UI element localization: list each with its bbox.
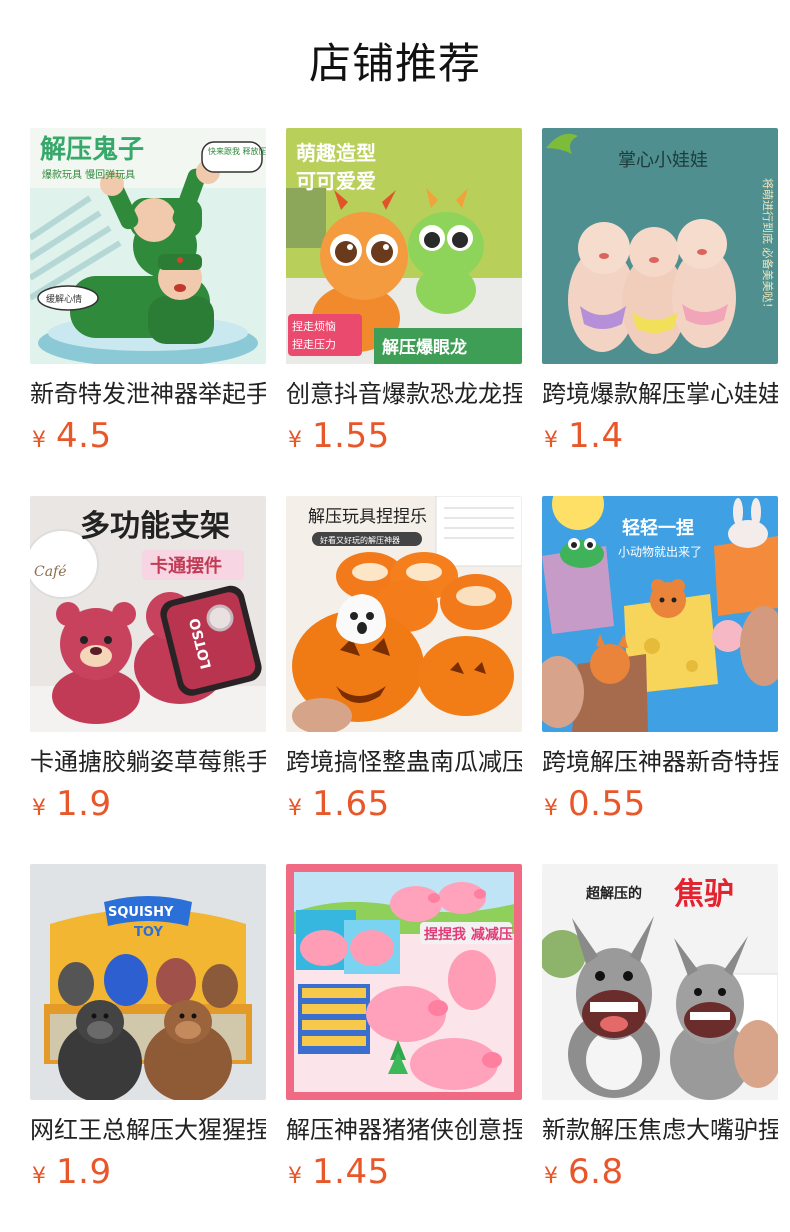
svg-text:解压玩具捏捏乐: 解压玩具捏捏乐 [308,507,427,527]
svg-text:卡通摆件: 卡通摆件 [150,555,222,577]
product-price: ¥ 1.4 [542,416,778,460]
price-value: 1.45 [312,1152,390,1192]
svg-text:好看又好玩的解压神器: 好看又好玩的解压神器 [320,535,400,545]
price-value: 0.55 [568,784,646,824]
currency-symbol: ¥ [288,428,302,453]
svg-text:超解压的: 超解压的 [585,885,642,902]
product-name[interactable]: 跨境搞怪整蛊南瓜减压玩具 [286,746,522,778]
price-value: 1.65 [312,784,390,824]
price-value: 1.9 [56,1152,112,1192]
price-value: 6.8 [568,1152,624,1192]
product-image[interactable]: 捏走烦恼 捏走压力 解压爆眼龙 萌趣造型 可可爱爱 [286,128,522,364]
cheese-animal-squeeze-image: 轻轻一捏 小动物就出来了 [542,496,778,732]
product-image[interactable]: 掌心小娃娃 将萌进行到底 必备美美哒！ [542,128,778,364]
product-image[interactable]: 轻轻一捏 小动物就出来了 [542,496,778,732]
currency-symbol: ¥ [32,1164,46,1189]
product-card[interactable]: 掌心小娃娃 将萌进行到底 必备美美哒！ 跨境爆款解压掌心娃娃 ¥ 1.4 [542,128,778,496]
product-name[interactable]: 新奇特发泄神器举起手来解压玩具 [30,378,266,410]
product-name[interactable]: 跨境解压神器新奇特捏捏乐 [542,746,778,778]
svg-text:缓解心情: 缓解心情 [46,293,82,305]
product-price: ¥ 1.65 [286,784,522,828]
shop-recommend-page: 店铺推荐 解压鬼子 爆款玩具 慢回弹玩具 快来跟我 释放压 缓解心情 新奇特发泄… [0,0,790,1232]
currency-symbol: ¥ [32,796,46,821]
svg-text:SQUISHY: SQUISHY [108,905,174,920]
currency-symbol: ¥ [544,1164,558,1189]
product-name[interactable]: 创意抖音爆款恐龙龙捏捏乐 [286,378,522,410]
currency-symbol: ¥ [288,1164,302,1189]
product-price: ¥ 1.55 [286,416,522,460]
svg-text:轻轻一捏: 轻轻一捏 [622,517,694,539]
currency-symbol: ¥ [32,428,46,453]
price-value: 4.5 [56,416,112,456]
svg-text:焦驴: 焦驴 [674,877,734,912]
product-card[interactable]: 解压鬼子 爆款玩具 慢回弹玩具 快来跟我 释放压力 缓解心情 新奇特发泄神器举起… [30,128,266,496]
svg-text:捏走压力: 捏走压力 [292,337,336,351]
svg-text:TOY: TOY [134,925,163,940]
svg-text:爆款玩具 慢回弹玩具: 爆款玩具 慢回弹玩具 [42,168,135,181]
product-price: ¥ 6.8 [542,1152,778,1196]
product-card[interactable]: 超解压的 焦驴 新款解压焦虑大嘴驴捏 ¥ 6.8 [542,864,778,1232]
svg-text:解压爆眼龙: 解压爆眼龙 [382,337,467,358]
product-card[interactable]: Café 多功能支架 卡通摆件 LOTSO 卡通搪胶躺姿草莓熊手 ¥ 1.9 [30,496,266,864]
svg-text:捏走烦恼: 捏走烦恼 [292,319,336,333]
svg-text:萌趣造型: 萌趣造型 [296,141,376,165]
currency-symbol: ¥ [544,796,558,821]
product-image[interactable]: 超解压的 焦驴 [542,864,778,1100]
image-caption: 解压鬼子 [40,134,144,165]
product-price: ¥ 1.9 [30,1152,266,1196]
svg-text:快来跟我 释放压力: 快来跟我 释放压力 [208,146,266,156]
big-mouth-donkey-toy-image: 超解压的 焦驴 [542,864,778,1100]
product-image[interactable]: 捏捏我 减减压 [286,864,522,1100]
palm-baby-doll-image: 掌心小娃娃 将萌进行到底 必备美美哒！ [542,128,778,364]
product-price: ¥ 0.55 [542,784,778,828]
svg-text:捏捏我 减减压: 捏捏我 减减压 [424,926,513,943]
product-name[interactable]: 网红王总解压大猩猩捏捏乐 [30,1114,266,1146]
price-value: 1.4 [568,416,624,456]
page-title: 店铺推荐 [308,39,481,88]
strawberry-bear-phone-stand-image: Café 多功能支架 卡通摆件 LOTSO [30,496,266,732]
pink-pig-squeeze-image: 捏捏我 减减压 [286,864,522,1100]
product-price: ¥ 1.9 [30,784,266,828]
product-card[interactable]: 轻轻一捏 小动物就出来了 跨境解压神器新奇特捏 ¥ 0.55 [542,496,778,864]
svg-text:Café: Café [34,564,67,580]
big-eye-dragon-toy-image: 捏走烦恼 捏走压力 解压爆眼龙 萌趣造型 可可爱爱 [286,128,522,364]
product-image[interactable]: SQUISHY TOY [30,864,266,1100]
product-grid: 解压鬼子 爆款玩具 慢回弹玩具 快来跟我 释放压力 缓解心情 新奇特发泄神器举起… [30,128,780,1232]
price-value: 1.55 [312,416,390,456]
product-name[interactable]: 新款解压焦虑大嘴驴捏捏乐 [542,1114,778,1146]
pumpkin-ghost-squeeze-image: 解压玩具捏捏乐 好看又好玩的解压神器 [286,496,522,732]
product-name[interactable]: 卡通搪胶躺姿草莓熊手机支架 [30,746,266,778]
product-name[interactable]: 解压神器猪猪侠创意捏捏乐 [286,1114,522,1146]
product-card[interactable]: 解压玩具捏捏乐 好看又好玩的解压神器 跨境搞怪整蛊南瓜减压 ¥ 1.65 [286,496,522,864]
product-price: ¥ 1.45 [286,1152,522,1196]
product-price: ¥ 4.5 [30,416,266,460]
svg-text:掌心小娃娃: 掌心小娃娃 [618,150,708,171]
svg-text:将萌进行到底 必备美美哒！: 将萌进行到底 必备美美哒！ [761,178,775,314]
product-card[interactable]: 捏走烦恼 捏走压力 解压爆眼龙 萌趣造型 可可爱爱 创意抖音爆款恐龙龙捏捏乐 ¥… [286,128,522,496]
product-name[interactable]: 跨境爆款解压掌心娃娃减压玩具 [542,378,778,410]
gorilla-squishy-toy-image: SQUISHY TOY [30,864,266,1100]
product-image[interactable]: 解压鬼子 爆款玩具 慢回弹玩具 快来跟我 释放压力 缓解心情 [30,128,266,364]
product-image[interactable]: Café 多功能支架 卡通摆件 LOTSO [30,496,266,732]
currency-symbol: ¥ [544,428,558,453]
svg-text:小动物就出来了: 小动物就出来了 [618,545,702,559]
product-card[interactable]: SQUISHY TOY 网红王总解压大猩猩捏捏乐 [30,864,266,1232]
price-value: 1.9 [56,784,112,824]
product-image[interactable]: 解压玩具捏捏乐 好看又好玩的解压神器 [286,496,522,732]
svg-text:多功能支架: 多功能支架 [80,509,230,544]
svg-text:可可爱爱: 可可爱爱 [296,169,376,193]
currency-symbol: ¥ [288,796,302,821]
soldier-squishy-toy-image: 解压鬼子 爆款玩具 慢回弹玩具 快来跟我 释放压力 缓解心情 [30,128,266,364]
product-card[interactable]: 捏捏我 减减压 解压神器猪猪侠创意捏捏乐 ¥ 1.45 [286,864,522,1232]
